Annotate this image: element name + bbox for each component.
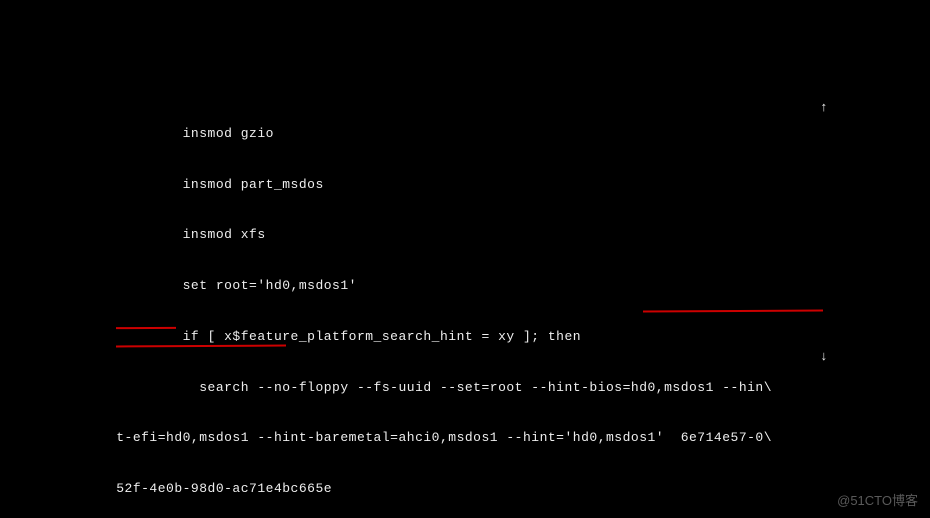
pad <box>0 227 116 242</box>
grub-line: set root='hd0,msdos1' <box>116 278 357 293</box>
grub-line: insmod gzio <box>116 126 274 141</box>
pad <box>0 380 116 395</box>
pad <box>0 329 116 344</box>
terminal-screen: ↑ ↓ insmod gzio insmod part_msdos insmod… <box>0 0 930 518</box>
pad <box>0 278 116 293</box>
grub-line: t-efi=hd0,msdos1 --hint-baremetal=ahci0,… <box>116 430 772 445</box>
grub-line: 52f-4e0b-98d0-ac71e4bc665e <box>116 481 332 496</box>
grub-line: insmod part_msdos <box>116 177 324 192</box>
watermark: @51CTO博客 <box>837 493 918 510</box>
grub-line: insmod xfs <box>116 227 265 242</box>
pad <box>0 481 116 496</box>
pad <box>0 177 116 192</box>
pad <box>0 430 116 445</box>
highlight-underline <box>116 327 176 329</box>
grub-editor[interactable]: insmod gzio insmod part_msdos insmod xfs… <box>0 92 930 518</box>
pad <box>0 126 116 141</box>
grub-line: search --no-floppy --fs-uuid --set=root … <box>116 380 772 395</box>
grub-line: if [ x$feature_platform_search_hint = xy… <box>116 329 581 344</box>
